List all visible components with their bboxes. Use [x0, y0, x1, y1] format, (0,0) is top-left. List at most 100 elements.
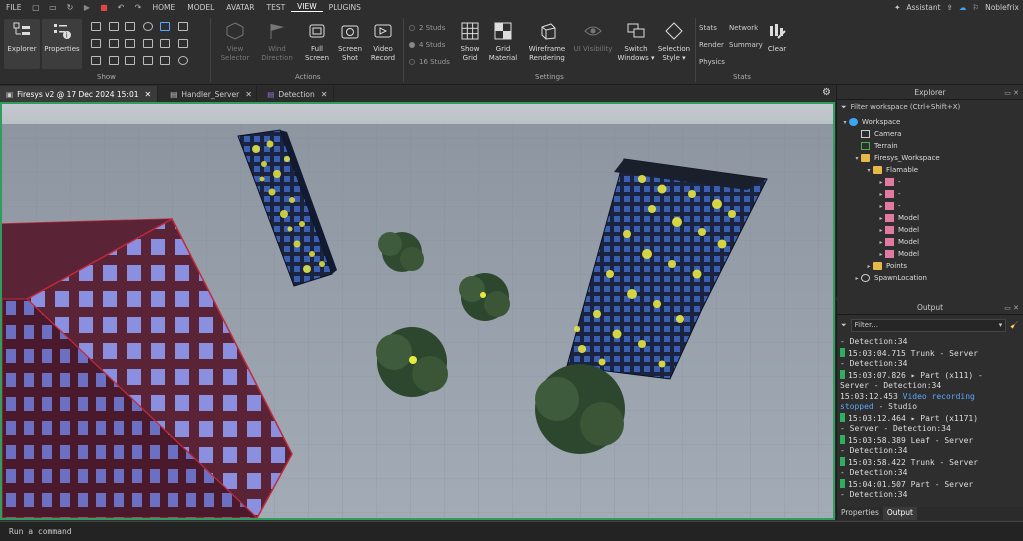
asset-manager-icon[interactable]: [109, 22, 119, 31]
close-icon[interactable]: ✕: [321, 90, 328, 99]
explorer-panel: Explorer ▭ ✕ ⏷ Filter workspace (Ctrl+Sh…: [836, 86, 1023, 297]
output-line: 15:04:01.507 Part - Server: [840, 478, 1023, 491]
output-line: stopped - Studio: [840, 402, 918, 411]
object-browser-icon[interactable]: [125, 39, 135, 48]
studs-2-radio[interactable]: [409, 25, 415, 31]
command-bar[interactable]: Run a command: [0, 521, 1023, 541]
close-icon[interactable]: ✕: [245, 90, 252, 99]
history-icon[interactable]: [178, 56, 188, 65]
folder-icon: [873, 166, 882, 174]
redo-icon[interactable]: ↻: [65, 3, 74, 12]
output-line: 15:03:58.422 Trunk - Server: [840, 456, 1023, 469]
share-icon[interactable]: ⇪: [947, 3, 953, 12]
translation-icon[interactable]: [125, 56, 135, 65]
tree-item-child[interactable]: ▸ -: [877, 188, 1023, 200]
stats-button[interactable]: Stats: [699, 24, 717, 32]
find-results-icon[interactable]: [160, 39, 170, 48]
menu-view[interactable]: VIEW: [291, 2, 323, 12]
clear-output-icon[interactable]: 🧹: [1010, 321, 1019, 329]
notification-icon[interactable]: ⚐: [972, 3, 979, 12]
tab-firesys[interactable]: ▣ Firesys v2 @ 17 Dec 2024 15:01 ✕: [0, 86, 159, 102]
network-button[interactable]: Network: [729, 24, 758, 32]
tree-item-model[interactable]: ▸ Model: [877, 224, 1023, 236]
context-view-icon[interactable]: [178, 39, 188, 48]
studs-16-radio[interactable]: [409, 59, 415, 65]
screenshot-button[interactable]: Screen Shot: [332, 19, 368, 69]
properties-button[interactable]: i Properties: [42, 19, 82, 69]
switch-windows-button[interactable]: Switch Windows ▾: [616, 19, 656, 69]
module-script-icon: ▤: [267, 89, 275, 99]
tree-item-model[interactable]: ▸ Model: [877, 212, 1023, 224]
command-input[interactable]: Run a command: [9, 527, 72, 536]
audio-icon[interactable]: [91, 56, 101, 65]
tab-output[interactable]: Output: [882, 507, 917, 520]
tree-item-model[interactable]: ▸ Model: [877, 248, 1023, 260]
explorer-button[interactable]: Explorer: [4, 19, 40, 69]
tree[interactable]: [535, 364, 625, 454]
script-analysis-icon[interactable]: [178, 22, 188, 31]
filter-icon[interactable]: ⏷: [841, 321, 847, 330]
show-grid-button[interactable]: Show Grid: [452, 19, 488, 69]
explorer-filter[interactable]: ⏷ Filter workspace (Ctrl+Shift+X): [837, 100, 1023, 114]
play-icon[interactable]: ▶: [82, 3, 91, 12]
full-screen-button[interactable]: Full Screen: [299, 19, 335, 69]
tree-item-child[interactable]: ▸ -: [877, 176, 1023, 188]
summary-button[interactable]: Summary: [729, 41, 763, 49]
menu-home[interactable]: HOME: [146, 3, 181, 12]
new-file-icon[interactable]: ▢: [31, 3, 40, 12]
tree-item-model[interactable]: ▸ Model: [877, 236, 1023, 248]
menu-file[interactable]: FILE: [0, 3, 27, 12]
tree-item-camera[interactable]: Camera: [861, 128, 1023, 140]
tree-item-points[interactable]: ▸ Points: [865, 260, 1023, 272]
assistant-button[interactable]: Assistant: [906, 3, 940, 12]
toolbox-icon[interactable]: [91, 22, 101, 31]
menu-test[interactable]: TEST: [261, 3, 292, 12]
assistant-icon[interactable]: ✦: [894, 3, 900, 12]
panel-controls-icon[interactable]: ▭ ✕: [1004, 86, 1019, 100]
device-icon[interactable]: [109, 56, 119, 65]
output-filter-input[interactable]: Filter... ▾: [850, 318, 1007, 332]
wind-direction-button[interactable]: Wind Direction: [259, 19, 295, 69]
undo-icon[interactable]: ↶: [116, 3, 125, 12]
tree-item-terrain[interactable]: Terrain: [861, 140, 1023, 152]
tree-item-firesys-workspace[interactable]: ▾ Firesys_Workspace: [853, 152, 1023, 164]
tab-properties[interactable]: Properties: [837, 507, 883, 520]
wireframe-button[interactable]: Wireframe Rendering: [526, 19, 568, 69]
physics-button[interactable]: Physics: [699, 58, 725, 66]
3d-viewport[interactable]: [0, 102, 835, 520]
ui-visibility-button[interactable]: UI Visibility: [572, 19, 614, 69]
close-icon[interactable]: ✕: [145, 90, 152, 99]
selection-style-button[interactable]: Selection Style ▾: [655, 19, 693, 69]
tree-item-workspace[interactable]: ▾ Workspace: [841, 116, 1023, 128]
tab-detection[interactable]: ▤ Detection ✕: [261, 86, 335, 102]
localization-icon[interactable]: [143, 56, 153, 65]
user-name[interactable]: Noblefrix: [985, 3, 1019, 12]
terrain-editor-icon[interactable]: [125, 22, 135, 31]
menu-avatar[interactable]: AVATAR: [220, 3, 260, 12]
video-record-button[interactable]: Video Record: [365, 19, 401, 69]
team-create-icon[interactable]: [143, 22, 153, 31]
tab-handler-server[interactable]: ▤ Handler_Server ✕: [164, 86, 258, 102]
game-explorer-icon[interactable]: [91, 39, 101, 48]
view-selector-button[interactable]: View Selector: [217, 19, 253, 69]
studs-4-radio[interactable]: [409, 42, 415, 48]
grid-material-button[interactable]: Grid Material: [485, 19, 521, 69]
open-folder-icon[interactable]: ▭: [48, 3, 57, 12]
panel-controls-icon[interactable]: ▭ ✕: [1004, 301, 1019, 315]
tree-item-flamable[interactable]: ▾ Flamable: [865, 164, 1023, 176]
chat-icon[interactable]: [160, 22, 170, 31]
output-log[interactable]: - Detection:34 15:03:04.715 Trunk - Serve…: [837, 337, 1023, 507]
cloud-icon[interactable]: ☁: [959, 3, 967, 12]
menu-plugins[interactable]: PLUGINS: [323, 3, 367, 12]
tag-icon[interactable]: [160, 56, 170, 65]
menu-model[interactable]: MODEL: [181, 3, 220, 12]
stop-icon[interactable]: ■: [99, 3, 108, 12]
tag-editor-icon[interactable]: [143, 39, 153, 48]
redo-icon[interactable]: ↷: [133, 3, 142, 12]
viewport-settings-icon[interactable]: ⚙: [822, 87, 831, 98]
command-bar-icon[interactable]: [109, 39, 119, 48]
tree-item-child[interactable]: ▸ -: [877, 200, 1023, 212]
clear-button[interactable]: Clear: [764, 19, 790, 69]
tree-item-spawnlocation[interactable]: ▸ SpawnLocation: [853, 272, 1023, 284]
render-button[interactable]: Render: [699, 41, 724, 49]
